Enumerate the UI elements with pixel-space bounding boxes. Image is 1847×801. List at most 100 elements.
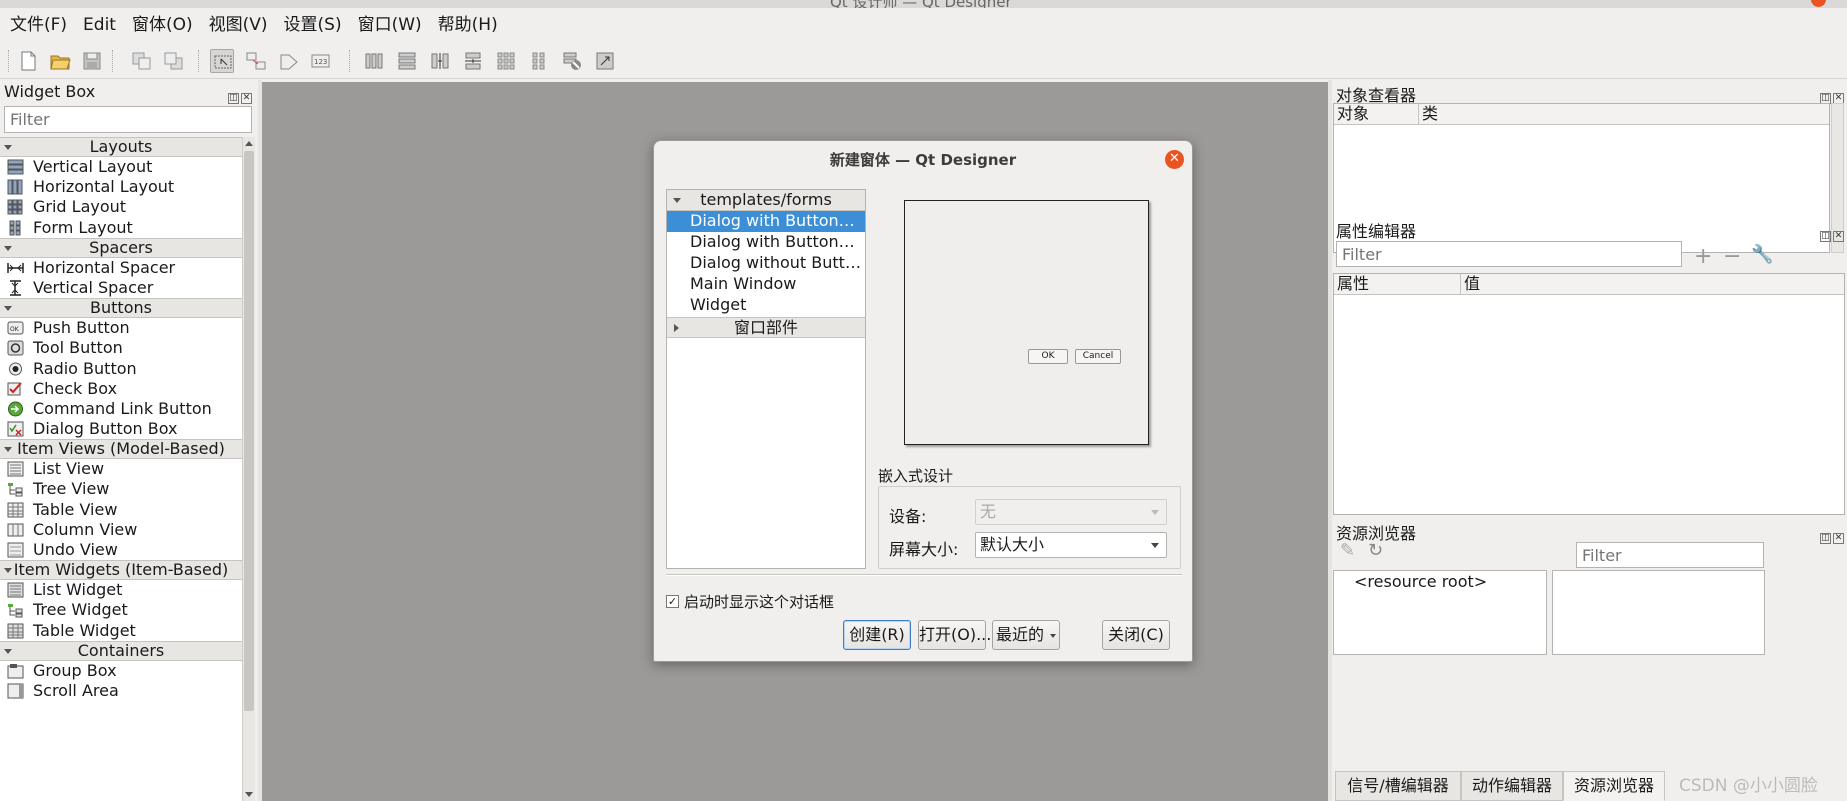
collapse-arrow-icon[interactable] <box>4 245 12 251</box>
close-icon[interactable]: ✕ <box>1833 533 1844 544</box>
collapse-arrow-icon[interactable] <box>4 648 12 654</box>
adjust-size-icon[interactable] <box>593 49 617 73</box>
layout-grid-icon[interactable] <box>494 49 518 73</box>
widget-box-scrollbar[interactable] <box>242 137 255 801</box>
category-item-views[interactable]: Item Views (Model-Based) <box>0 439 242 460</box>
expand-arrow-icon[interactable] <box>673 198 681 203</box>
open-button[interactable]: 打开(O)... <box>918 620 991 650</box>
widget-item[interactable]: Undo View <box>0 540 242 560</box>
category-spacers[interactable]: Spacers <box>0 237 242 258</box>
window-close-icon[interactable] <box>1811 0 1826 7</box>
tree-group-templates[interactable]: templates/forms <box>667 190 865 211</box>
category-item-widgets[interactable]: Item Widgets (Item-Based) <box>0 560 242 581</box>
remove-property-icon[interactable]: − <box>1723 244 1741 269</box>
dialog-close-icon[interactable]: ✕ <box>1165 150 1184 169</box>
template-item[interactable]: Dialog without Butt… <box>667 253 865 274</box>
category-layouts[interactable]: Layouts <box>0 137 242 157</box>
close-icon[interactable]: ✕ <box>241 93 252 104</box>
widget-item[interactable]: Tool Button <box>0 338 242 358</box>
template-item[interactable]: Dialog with Button… <box>667 211 865 232</box>
column-property[interactable]: 属性 <box>1337 274 1369 294</box>
float-icon[interactable]: ◫ <box>1820 533 1831 544</box>
widget-item[interactable]: List Widget <box>0 580 242 600</box>
widget-item[interactable]: Vertical Spacer <box>0 278 242 298</box>
property-filter-input[interactable] <box>1336 241 1682 267</box>
layout-horizontal-splitter-icon[interactable] <box>428 49 452 73</box>
collapse-arrow-icon[interactable] <box>4 568 12 574</box>
screen-size-combo[interactable]: 默认大小 <box>975 532 1167 558</box>
menu-window[interactable]: 窗口(W) <box>350 8 430 43</box>
menu-file[interactable]: 文件(F) <box>2 8 75 43</box>
widget-item[interactable]: Radio Button <box>0 359 242 379</box>
tab-signal-slot-editor[interactable]: 信号/槽编辑器 <box>1335 771 1461 801</box>
float-icon[interactable]: ◫ <box>1820 231 1831 242</box>
menu-edit[interactable]: Edit <box>75 8 124 43</box>
menu-view[interactable]: 视图(V) <box>201 8 276 43</box>
widget-item[interactable]: Horizontal Layout <box>0 177 242 197</box>
scroll-down-icon[interactable] <box>245 792 253 797</box>
resource-root-item[interactable]: <resource root> <box>1354 572 1487 591</box>
widget-item[interactable]: Dialog Button Box <box>0 419 242 439</box>
bring-to-front-icon[interactable] <box>162 49 186 73</box>
scroll-thumb[interactable] <box>244 151 254 711</box>
category-containers[interactable]: Containers <box>0 640 242 661</box>
widget-item[interactable]: Form Layout <box>0 218 242 238</box>
tab-resource-browser[interactable]: 资源浏览器 <box>1563 771 1665 801</box>
collapsed-arrow-icon[interactable] <box>674 324 679 332</box>
resource-filter-input[interactable] <box>1576 542 1764 568</box>
collapse-arrow-icon[interactable] <box>4 306 12 312</box>
widget-item[interactable]: Vertical Layout <box>0 157 242 177</box>
category-buttons[interactable]: Buttons <box>0 298 242 319</box>
add-property-icon[interactable]: + <box>1694 244 1712 269</box>
widget-filter-input[interactable] <box>4 106 252 133</box>
edit-resources-pencil-icon[interactable]: ✎ <box>1340 540 1355 561</box>
checkmark-icon[interactable]: ✓ <box>666 595 679 608</box>
column-object[interactable]: 对象 <box>1337 104 1369 124</box>
widget-item[interactable]: Tree View <box>0 479 242 499</box>
column-class[interactable]: 类 <box>1422 104 1438 124</box>
break-layout-icon[interactable] <box>560 49 584 73</box>
configure-wrench-icon[interactable]: 🔧 <box>1751 244 1773 265</box>
save-icon[interactable] <box>80 49 104 73</box>
close-icon[interactable]: ✕ <box>1833 231 1844 242</box>
edit-signals-slots-icon[interactable] <box>244 49 268 73</box>
menu-form[interactable]: 窗体(O) <box>124 8 201 43</box>
layout-vertical-splitter-icon[interactable] <box>461 49 485 73</box>
reload-icon[interactable]: ↻ <box>1368 540 1383 561</box>
recent-button[interactable]: 最近的 <box>992 620 1060 650</box>
column-value[interactable]: 值 <box>1464 274 1480 294</box>
widget-item[interactable]: Check Box <box>0 379 242 399</box>
widget-item[interactable]: Table Widget <box>0 621 242 641</box>
widget-item[interactable]: Group Box <box>0 661 242 681</box>
tree-group-widgets[interactable]: 窗口部件 <box>667 317 865 338</box>
widget-item[interactable]: Scroll Area <box>0 681 242 701</box>
collapse-arrow-icon[interactable] <box>4 447 12 453</box>
layout-form-icon[interactable] <box>527 49 551 73</box>
widget-item[interactable]: List View <box>0 459 242 479</box>
template-item[interactable]: Dialog with Button… <box>667 232 865 253</box>
widget-item[interactable]: Grid Layout <box>0 197 242 217</box>
edit-widgets-icon[interactable] <box>210 49 234 73</box>
new-file-icon[interactable] <box>16 49 40 73</box>
widget-item[interactable]: Horizontal Spacer <box>0 258 242 278</box>
widget-item[interactable]: OK Push Button <box>0 318 242 338</box>
scroll-up-icon[interactable] <box>245 141 253 146</box>
tab-action-editor[interactable]: 动作编辑器 <box>1461 771 1563 801</box>
open-folder-icon[interactable] <box>48 49 72 73</box>
menu-settings[interactable]: 设置(S) <box>276 8 350 43</box>
widget-item[interactable]: Table View <box>0 500 242 520</box>
layout-horizontally-icon[interactable] <box>362 49 386 73</box>
widget-item[interactable]: Column View <box>0 520 242 540</box>
template-item[interactable]: Main Window <box>667 274 865 295</box>
create-button[interactable]: 创建(R) <box>843 620 911 650</box>
close-button[interactable]: 关闭(C) <box>1102 620 1170 650</box>
send-to-back-icon[interactable] <box>130 49 154 73</box>
edit-tab-order-icon[interactable]: 123 <box>309 49 333 73</box>
widget-item[interactable]: Tree Widget <box>0 600 242 620</box>
layout-vertically-icon[interactable] <box>395 49 419 73</box>
collapse-arrow-icon[interactable] <box>4 145 12 150</box>
show-on-startup-checkbox[interactable]: ✓ 启动时显示这个对话框 <box>666 591 834 612</box>
widget-item[interactable]: Command Link Button <box>0 399 242 419</box>
template-item[interactable]: Widget <box>667 295 865 316</box>
edit-buddies-icon[interactable] <box>277 49 301 73</box>
